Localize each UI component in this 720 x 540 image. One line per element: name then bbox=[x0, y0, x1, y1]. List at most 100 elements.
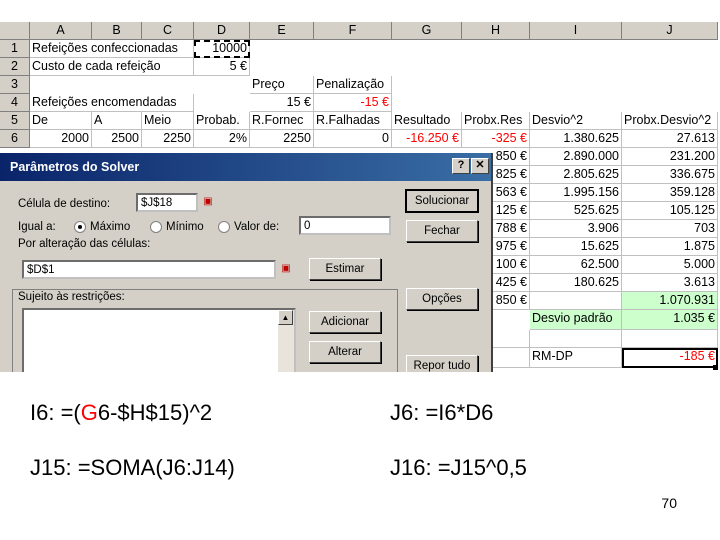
target-cell-input[interactable]: $J$18 bbox=[136, 193, 198, 212]
row-header-5[interactable]: 5 bbox=[0, 112, 30, 130]
row-header-4[interactable]: 4 bbox=[0, 94, 30, 112]
cell-i13[interactable]: 62.500 bbox=[530, 256, 622, 274]
cell-d1[interactable]: 10000 bbox=[194, 40, 250, 58]
cell-e5[interactable]: R.Fornec bbox=[250, 112, 314, 130]
cell-d6[interactable]: 2% bbox=[194, 130, 250, 148]
row-header-2[interactable]: 2 bbox=[0, 58, 30, 76]
cell-a5[interactable]: De bbox=[30, 112, 92, 130]
reset-all-button[interactable]: Repor tudo bbox=[406, 355, 478, 372]
formula-j6: J6: =I6*D6 bbox=[390, 400, 494, 425]
range-select-icon[interactable]: ▣ bbox=[200, 195, 216, 209]
target-cell-label: Célula de destino: bbox=[18, 198, 111, 210]
cell-e6[interactable]: 2250 bbox=[250, 130, 314, 148]
close-button[interactable]: Fechar bbox=[406, 220, 478, 242]
cell-i10[interactable]: 525.625 bbox=[530, 202, 622, 220]
cell-i17[interactable] bbox=[530, 330, 622, 348]
add-button[interactable]: Adicionar bbox=[309, 311, 381, 333]
cell-c6[interactable]: 2250 bbox=[142, 130, 194, 148]
cell-j13[interactable]: 5.000 bbox=[622, 256, 718, 274]
value-of-input[interactable]: 0 bbox=[299, 216, 391, 235]
cell-j15[interactable]: 1.070.931 bbox=[622, 292, 718, 310]
min-radio[interactable] bbox=[150, 221, 162, 233]
cell-j8[interactable]: 336.675 bbox=[622, 166, 718, 184]
col-header-j[interactable]: J bbox=[622, 22, 718, 40]
cell-i9[interactable]: 1.995.156 bbox=[530, 184, 622, 202]
cell-i6[interactable]: 1.380.625 bbox=[530, 130, 622, 148]
formula-i6-suffix: 6-$H$15)^2 bbox=[97, 400, 213, 425]
cell-f6[interactable]: 0 bbox=[314, 130, 392, 148]
cell-j5[interactable]: Probx.Desvio^2 bbox=[622, 112, 718, 130]
change-button[interactable]: Alterar bbox=[309, 341, 381, 363]
constraints-scrollbar[interactable]: ▲ bbox=[278, 310, 294, 372]
value-of-radio[interactable] bbox=[218, 221, 230, 233]
cell-j12[interactable]: 1.875 bbox=[622, 238, 718, 256]
cell-i14[interactable]: 180.625 bbox=[530, 274, 622, 292]
guess-button[interactable]: Estimar bbox=[309, 258, 381, 280]
cell-i15[interactable] bbox=[530, 292, 622, 310]
max-radio[interactable] bbox=[74, 221, 86, 233]
changing-cells-input[interactable]: $D$1 bbox=[22, 260, 276, 279]
col-header-d[interactable]: D bbox=[194, 22, 250, 40]
cell-h5[interactable]: Probx.Res bbox=[462, 112, 530, 130]
cell-e3[interactable]: Preço bbox=[250, 76, 314, 94]
col-header-c[interactable]: C bbox=[142, 22, 194, 40]
cell-a2[interactable]: Custo de cada refeição bbox=[30, 58, 194, 76]
cell-h6[interactable]: -325 € bbox=[462, 130, 530, 148]
cell-d5[interactable]: Probab. bbox=[194, 112, 250, 130]
close-icon[interactable]: ✕ bbox=[471, 158, 489, 174]
cell-c5[interactable]: Meio bbox=[142, 112, 194, 130]
col-header-b[interactable]: B bbox=[92, 22, 142, 40]
formula-i6: I6: =(G6-$H$15)^2 bbox=[30, 400, 212, 426]
cell-i11[interactable]: 3.906 bbox=[530, 220, 622, 238]
cell-j16[interactable]: 1.035 € bbox=[622, 310, 718, 330]
cell-a6[interactable]: 2000 bbox=[30, 130, 92, 148]
cell-f3[interactable]: Penalização bbox=[314, 76, 392, 94]
row-header-3[interactable]: 3 bbox=[0, 76, 30, 94]
cell-a4[interactable]: Refeições encomendadas bbox=[30, 94, 194, 112]
col-header-i[interactable]: I bbox=[530, 22, 622, 40]
cell-b5[interactable]: A bbox=[92, 112, 142, 130]
cell-d2[interactable]: 5 € bbox=[194, 58, 250, 76]
cell-i16[interactable]: Desvio padrão bbox=[530, 310, 622, 330]
cell-j11[interactable]: 703 bbox=[622, 220, 718, 238]
cell-f4[interactable]: -15 € bbox=[314, 94, 392, 112]
cell-j10[interactable]: 105.125 bbox=[622, 202, 718, 220]
col-header-f[interactable]: F bbox=[314, 22, 392, 40]
scroll-up-icon[interactable]: ▲ bbox=[278, 310, 293, 325]
cell-j17[interactable] bbox=[622, 330, 718, 348]
formula-j16: J16: =J15^0,5 bbox=[390, 455, 527, 480]
cell-i5[interactable]: Desvio^2 bbox=[530, 112, 622, 130]
col-header-g[interactable]: G bbox=[392, 22, 462, 40]
cell-i8[interactable]: 2.805.625 bbox=[530, 166, 622, 184]
constraints-list[interactable] bbox=[22, 308, 296, 372]
cell-f5[interactable]: R.Falhadas bbox=[314, 112, 392, 130]
corner-header[interactable] bbox=[0, 22, 30, 40]
cell-j14[interactable]: 3.613 bbox=[622, 274, 718, 292]
cell-i12[interactable]: 15.625 bbox=[530, 238, 622, 256]
changing-cells-label: Por alteração das células: bbox=[18, 238, 151, 250]
options-button[interactable]: Opções bbox=[406, 288, 478, 310]
cell-j6[interactable]: 27.613 bbox=[622, 130, 718, 148]
cell-i18[interactable]: RM-DP bbox=[530, 348, 622, 368]
cell-j9[interactable]: 359.128 bbox=[622, 184, 718, 202]
help-icon[interactable]: ? bbox=[452, 158, 470, 174]
col-header-h[interactable]: H bbox=[462, 22, 530, 40]
row-header-1[interactable]: 1 bbox=[0, 40, 30, 58]
formula-j15: J15: =SOMA(J6:J14) bbox=[30, 455, 235, 480]
cell-j18[interactable]: -185 € bbox=[622, 348, 718, 368]
cell-e4[interactable]: 15 € bbox=[250, 94, 314, 112]
fill-handle[interactable] bbox=[713, 365, 718, 370]
cell-b6[interactable]: 2500 bbox=[92, 130, 142, 148]
cell-a1[interactable]: Refeições confeccionadas bbox=[30, 40, 194, 58]
row-header-6[interactable]: 6 bbox=[0, 130, 30, 148]
cell-g6[interactable]: -16.250 € bbox=[392, 130, 462, 148]
changing-range-select-icon[interactable]: ▣ bbox=[278, 262, 294, 276]
solver-title-bar[interactable]: Parâmetros do Solver bbox=[0, 153, 491, 181]
cell-g5[interactable]: Resultado bbox=[392, 112, 462, 130]
formula-i6-red: G bbox=[80, 400, 98, 425]
solve-button[interactable]: Solucionar bbox=[405, 189, 479, 213]
cell-j7[interactable]: 231.200 bbox=[622, 148, 718, 166]
col-header-a[interactable]: A bbox=[30, 22, 92, 40]
col-header-e[interactable]: E bbox=[250, 22, 314, 40]
cell-i7[interactable]: 2.890.000 bbox=[530, 148, 622, 166]
